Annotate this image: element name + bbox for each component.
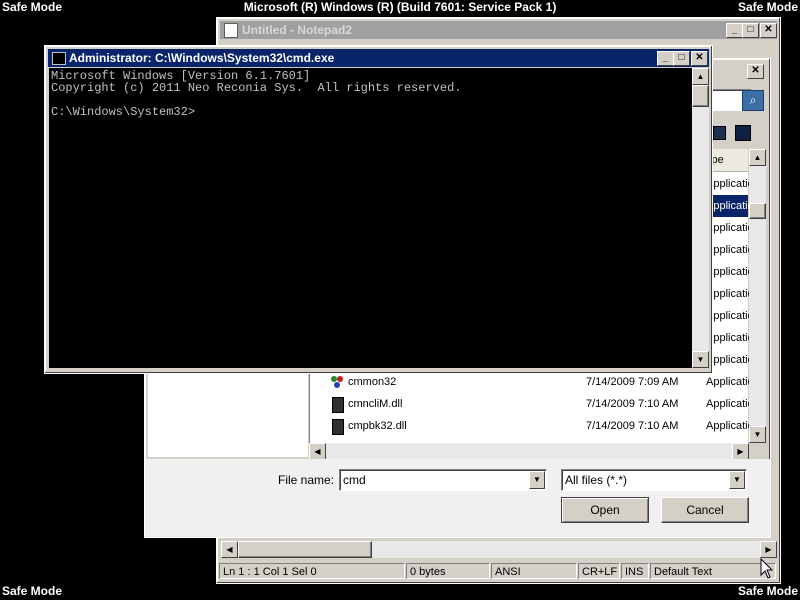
notepad-titlebar[interactable]: Untitled - Notepad2 _ □ ✕ (220, 21, 777, 39)
console-line-2: Copyright (c) 2011 Neo Reconia Sys. All … (51, 81, 462, 95)
file-type: Applicatio (706, 420, 754, 432)
file-type: Applicatio (706, 376, 754, 388)
scroll-left-arrow-icon[interactable]: ◀ (309, 443, 326, 460)
cmd-console-area[interactable]: Microsoft Windows [Version 6.1.7601] Cop… (49, 68, 692, 368)
safe-mode-label-br: Safe Mode (737, 584, 798, 598)
cmd-window: Administrator: C:\Windows\System32\cmd.e… (44, 45, 713, 374)
scroll-left-arrow-icon[interactable]: ◀ (221, 541, 238, 558)
scroll-down-arrow-icon[interactable]: ▼ (749, 426, 766, 443)
file-name-value: cmd (343, 473, 366, 487)
scroll-up-arrow-icon[interactable]: ▲ (692, 68, 709, 85)
safe-mode-label-bl: Safe Mode (2, 584, 63, 598)
cancel-button[interactable]: Cancel (661, 497, 749, 523)
type-cell: Applicatio (706, 354, 754, 366)
hscroll-thumb[interactable] (238, 541, 372, 558)
file-name-label: File name: (278, 473, 335, 487)
scroll-down-arrow-icon[interactable]: ▼ (692, 351, 709, 368)
type-cell: Applicatio (706, 332, 754, 344)
notepad-maximize-button[interactable]: □ (742, 23, 759, 38)
status-scheme: Default Text (650, 563, 776, 579)
notepad-hscrollbar[interactable]: ◀ ▶ (221, 541, 777, 558)
cmd-vscroll-thumb[interactable] (692, 85, 709, 107)
status-position: Ln 1 : 1 Col 1 Sel 0 (219, 563, 405, 579)
file-row-cmpbk32[interactable]: cmpbk32.dll 7/14/2009 7:10 AM (310, 415, 706, 437)
file-name: cmncliM.dll (348, 398, 403, 410)
file-date: 7/14/2009 7:10 AM (586, 398, 679, 410)
os-build-title: Microsoft (R) Windows (R) (Build 7601: S… (243, 0, 557, 14)
search-icon[interactable]: ⌕ (742, 90, 764, 111)
type-cell: Applicatio (706, 244, 754, 256)
status-encoding: ANSI (491, 563, 577, 579)
open-button[interactable]: Open (561, 497, 649, 523)
type-cell: Applicatio (706, 310, 754, 322)
cmd-close-button[interactable]: ✕ (691, 51, 708, 66)
navigation-pane[interactable] (148, 373, 308, 457)
file-date: 7/14/2009 7:10 AM (586, 420, 679, 432)
scroll-right-arrow-icon[interactable]: ▶ (732, 443, 749, 460)
scroll-up-arrow-icon[interactable]: ▲ (749, 149, 766, 166)
view-details-icon[interactable] (713, 126, 726, 140)
file-date: 7/14/2009 7:09 AM (586, 376, 679, 388)
type-cell: Applicatio (706, 288, 754, 300)
type-cell: Applicatio (706, 178, 754, 190)
file-type-select[interactable]: All files (*.*) ▼ (561, 469, 747, 491)
notepad-title: Untitled - Notepad2 (242, 23, 352, 37)
filelist-vscrollbar[interactable]: ▲ ▼ (749, 149, 766, 443)
dialog-close-button[interactable]: ✕ (747, 64, 764, 79)
chevron-down-icon[interactable]: ▼ (529, 471, 545, 489)
notepad-app-icon (224, 23, 238, 38)
cmd-maximize-button[interactable]: □ (673, 51, 690, 66)
filelist-hscrollbar[interactable]: ◀ ▶ (309, 443, 749, 460)
file-name: cmmon32 (348, 376, 397, 388)
vscroll-thumb[interactable] (749, 203, 766, 219)
console-prompt: C:\Windows\System32> (51, 105, 196, 119)
file-row-cmncliM[interactable]: cmncliM.dll 7/14/2009 7:10 AM (310, 393, 706, 415)
file-type-value: All files (*.*) (565, 473, 628, 487)
status-size: 0 bytes (406, 563, 490, 579)
status-mode: INS (621, 563, 649, 579)
file-type: Applicatio (706, 398, 754, 410)
dll-file-icon (332, 397, 344, 413)
notepad-close-button[interactable]: ✕ (760, 23, 777, 38)
file-name: cmpbk32.dll (348, 420, 407, 432)
cmd-titlebar[interactable]: Administrator: C:\Windows\System32\cmd.e… (48, 49, 709, 67)
new-folder-icon[interactable] (735, 125, 751, 141)
notepad-minimize-button[interactable]: _ (726, 23, 743, 38)
scroll-right-arrow-icon[interactable]: ▶ (760, 541, 777, 558)
cmd-vscrollbar[interactable]: ▲ ▼ (692, 68, 709, 368)
mouse-cursor-icon (760, 558, 774, 579)
cmd-title: Administrator: C:\Windows\System32\cmd.e… (69, 51, 335, 65)
type-cell: Applicatio (706, 222, 754, 234)
network-app-icon (330, 375, 344, 389)
dll-file-icon (332, 419, 344, 435)
cmd-app-icon (52, 52, 66, 65)
file-row-cmmon32[interactable]: cmmon32 7/14/2009 7:09 AM (310, 371, 706, 393)
chevron-down-icon[interactable]: ▼ (729, 471, 745, 489)
type-cell: Applicatio (706, 266, 754, 278)
file-name-input[interactable]: cmd ▼ (339, 469, 547, 491)
status-line-endings: CR+LF (578, 563, 620, 579)
cmd-minimize-button[interactable]: _ (657, 51, 674, 66)
